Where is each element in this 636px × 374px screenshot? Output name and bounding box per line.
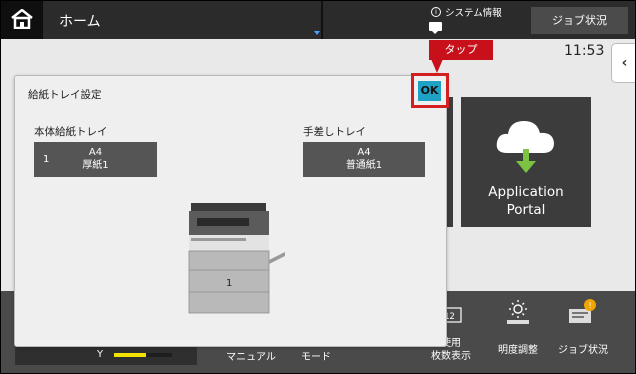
- bypass-tray-label: 手差しトレイ: [303, 126, 366, 138]
- expand-indicator: [314, 31, 320, 35]
- job-status-bottom-button[interactable]: ! ジョブ状況: [552, 299, 614, 357]
- cloud-download-icon: [496, 121, 554, 173]
- info-icon: i: [431, 7, 441, 17]
- home-button[interactable]: [1, 1, 43, 39]
- top-bar: ホーム i システム情報 ジョブ状況: [1, 1, 635, 39]
- tray-settings-dialog: 給紙トレイ設定 本体給紙トレイ 1 A4 厚紙1 手差しトレイ A4 普通紙1: [14, 75, 447, 347]
- job-status-top-button[interactable]: ジョブ状況: [531, 7, 628, 34]
- home-icon: [11, 9, 33, 29]
- chevron-left-icon: ‹: [621, 55, 628, 71]
- ok-highlight-frame: [411, 73, 449, 108]
- job-status-label: ジョブ状況: [558, 345, 608, 356]
- speech-icon[interactable]: [429, 22, 442, 34]
- toner-label: Y: [97, 349, 104, 360]
- brightness-button[interactable]: 明度調整: [488, 300, 548, 357]
- count-display-label-2: 枚数表示: [431, 351, 471, 362]
- brightness-icon: [507, 300, 529, 324]
- brightness-label: 明度調整: [498, 345, 538, 356]
- main-tray-label: 本体給紙トレイ: [34, 126, 108, 138]
- dialog-title: 給紙トレイ設定: [28, 89, 102, 101]
- svg-text:!: !: [589, 301, 592, 310]
- printer-tray-number: 1: [226, 278, 232, 289]
- callout-pointer: [431, 59, 443, 73]
- main-tray-size: A4: [88, 147, 103, 158]
- clock: 11:53: [564, 43, 605, 59]
- bypass-tray-button[interactable]: A4 普通紙1: [303, 142, 425, 177]
- toner-level-bar: [114, 353, 146, 357]
- application-portal-tile[interactable]: Application Portal: [461, 97, 591, 227]
- printer-illustration: 1: [188, 203, 285, 314]
- screen: ホーム i システム情報 ジョブ状況 11:53 ‹ Application P…: [0, 0, 636, 374]
- mode-button[interactable]: モード: [286, 351, 346, 364]
- application-portal-label: Application Portal: [488, 184, 564, 218]
- system-info-button[interactable]: i システム情報: [431, 5, 502, 19]
- side-panel-toggle[interactable]: ‹: [611, 43, 635, 83]
- tap-callout: タップ: [429, 40, 493, 60]
- mode-label: モード: [301, 352, 331, 363]
- toner-level-empty: [146, 353, 172, 357]
- top-bar-divider: [321, 1, 323, 39]
- job-status-icon: !: [569, 299, 596, 323]
- home-title: ホーム: [59, 14, 101, 30]
- manual-button[interactable]: マニュアル: [221, 351, 281, 364]
- bypass-tray-size: A4: [357, 147, 371, 158]
- main-tray-button[interactable]: 1 A4 厚紙1: [34, 142, 157, 177]
- main-tray-paper-type: 厚紙1: [82, 160, 109, 171]
- bypass-tray-paper-type: 普通紙1: [345, 160, 383, 171]
- system-info-label: システム情報: [445, 8, 502, 19]
- manual-label: マニュアル: [226, 352, 276, 363]
